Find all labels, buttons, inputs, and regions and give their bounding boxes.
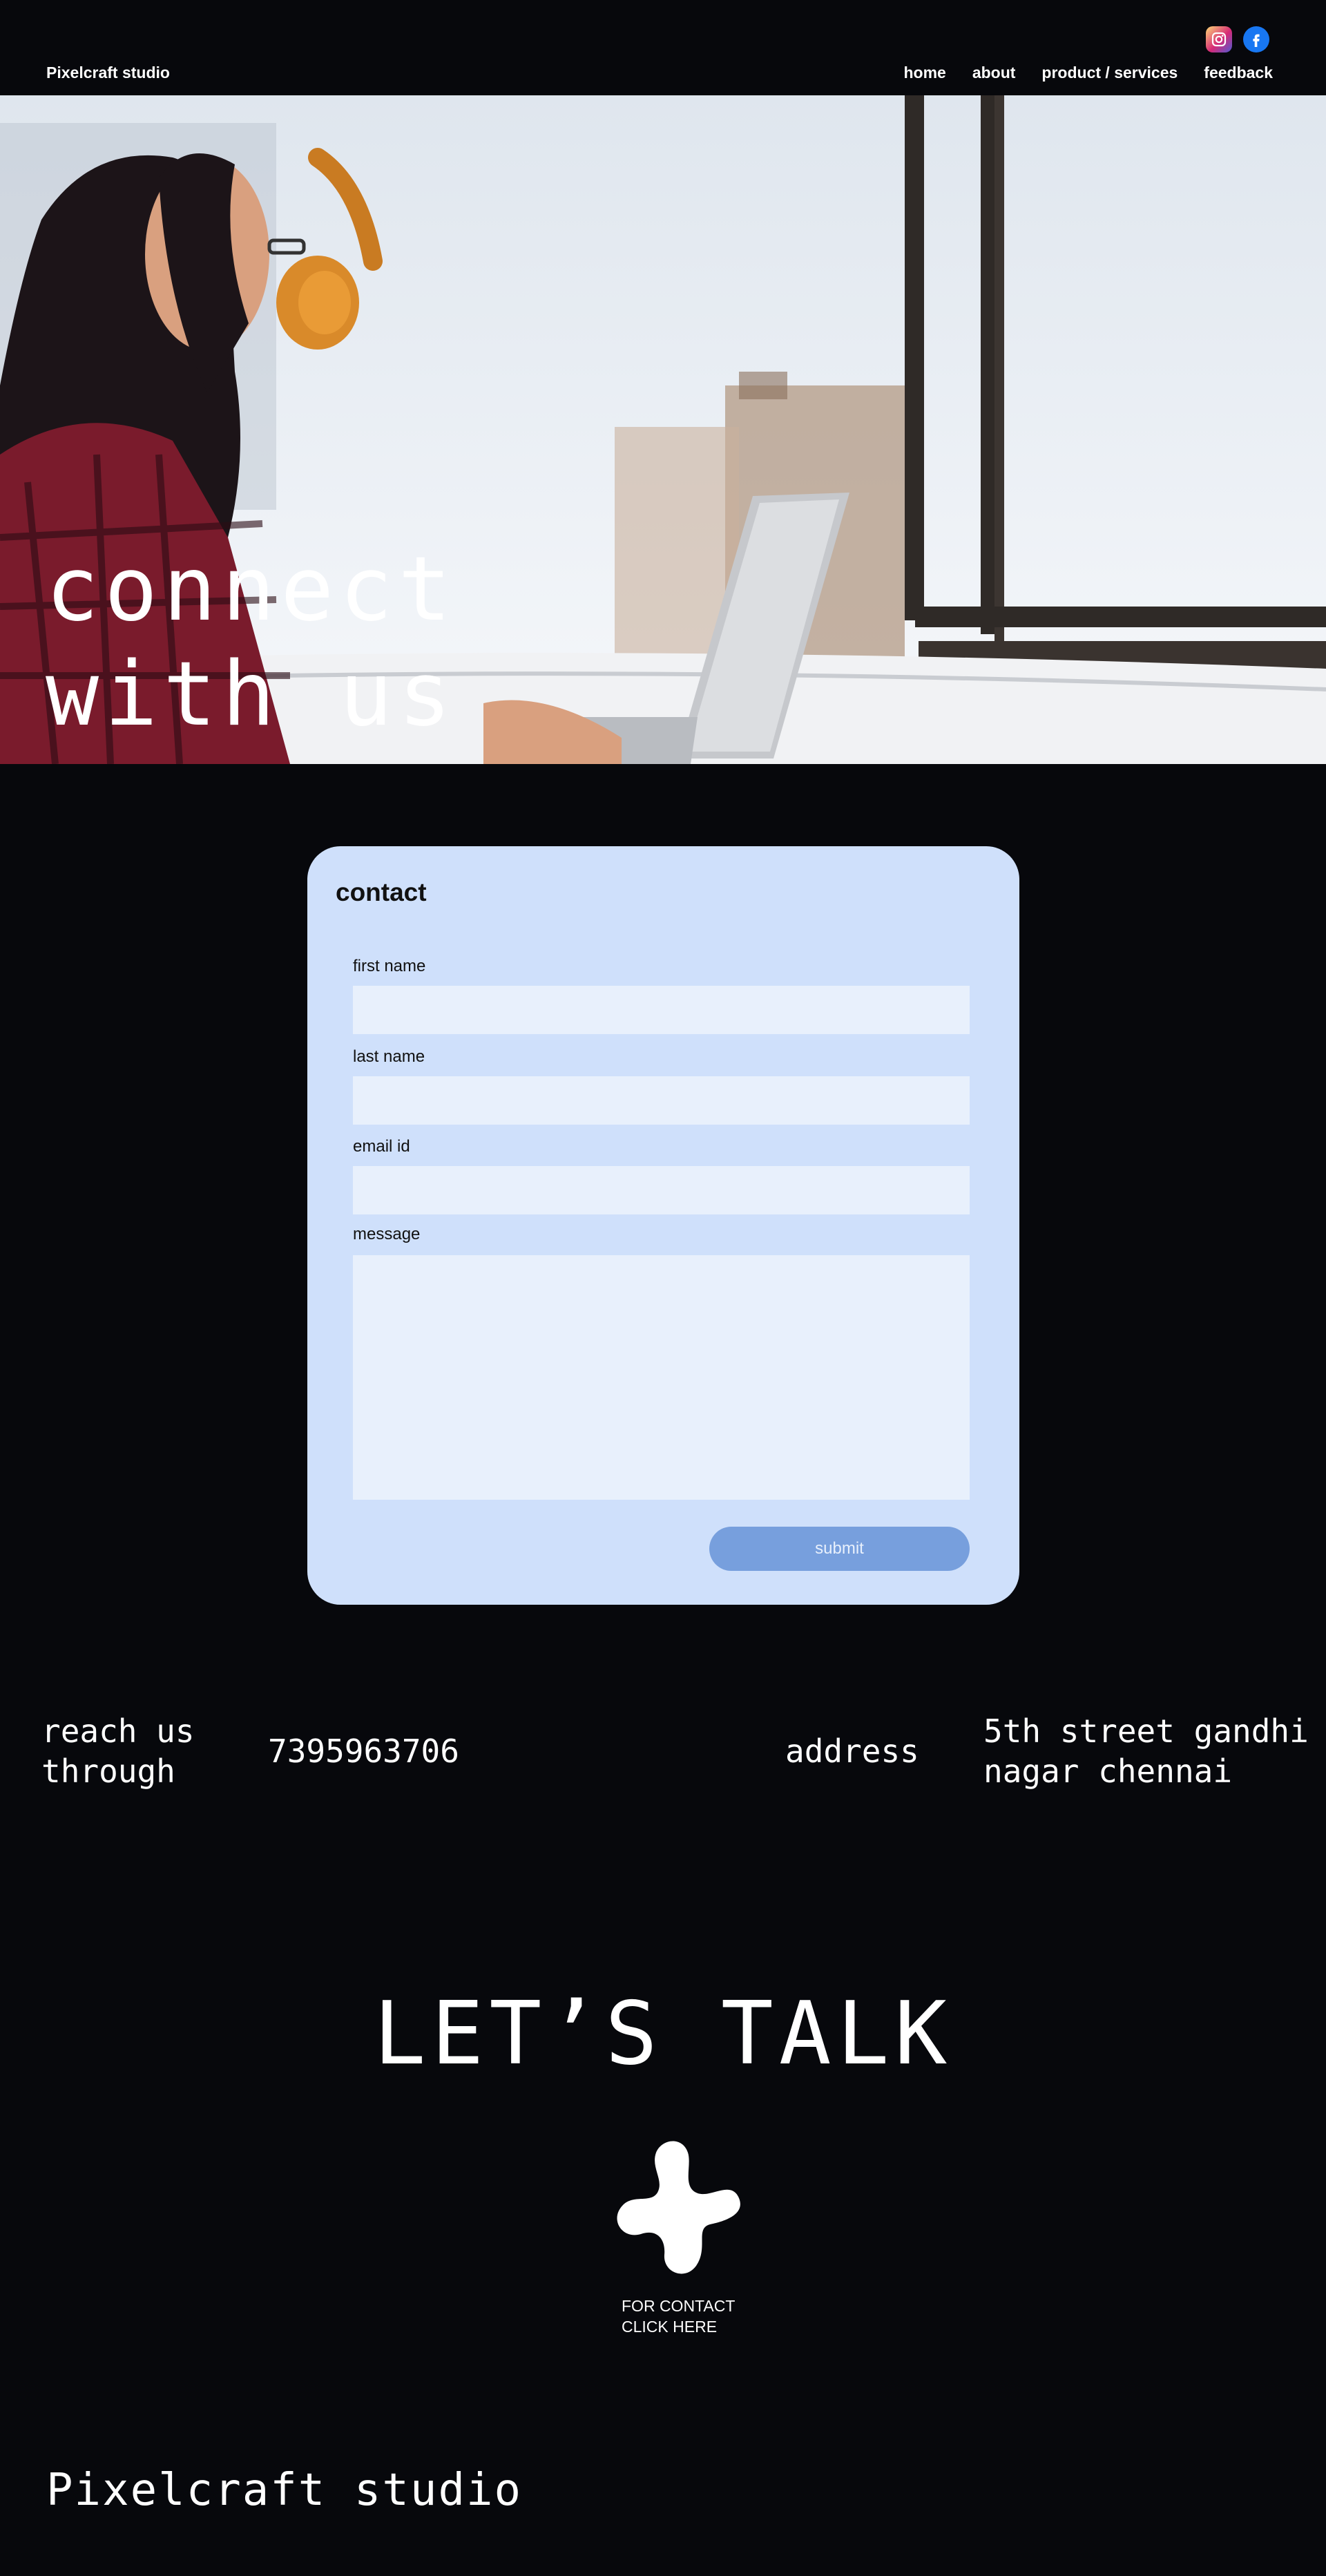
email-input[interactable]	[353, 1166, 970, 1214]
reach-label: reach us through	[41, 1712, 195, 1790]
nav-home[interactable]: home	[903, 64, 945, 82]
lets-talk-heading: LET’S TALK	[373, 1983, 953, 2084]
main-nav: home about product / services feedback	[903, 64, 1273, 82]
nav-feedback[interactable]: feedback	[1204, 64, 1273, 82]
email-label: email id	[353, 1137, 410, 1156]
facebook-icon[interactable]	[1243, 26, 1269, 53]
contact-cta-link[interactable]: FOR CONTACT CLICK HERE	[622, 2296, 735, 2337]
instagram-icon[interactable]	[1206, 26, 1232, 53]
site-header: Pixelcraft studio home about product / s…	[0, 0, 1326, 95]
nav-about[interactable]: about	[972, 64, 1016, 82]
first-name-input[interactable]	[353, 986, 970, 1034]
message-textarea[interactable]	[353, 1255, 970, 1500]
last-name-label: last name	[353, 1047, 425, 1066]
clover-shape-icon[interactable]	[613, 2137, 740, 2276]
phone-number[interactable]: 7395963706	[268, 1731, 459, 1771]
contact-form: contact first name last name email id me…	[307, 846, 1019, 1605]
hero-banner: connect with us	[0, 95, 1326, 764]
message-label: message	[353, 1225, 421, 1243]
first-name-label: first name	[353, 957, 426, 975]
social-links	[1206, 26, 1269, 53]
footer-brand: Pixelcraft studio	[46, 2465, 523, 2516]
nav-product-services[interactable]: product / services	[1041, 64, 1178, 82]
address-label: address	[785, 1733, 919, 1770]
submit-button[interactable]: submit	[709, 1527, 970, 1571]
last-name-input[interactable]	[353, 1076, 970, 1125]
address-value: 5th street gandhi nagar chennai	[983, 1712, 1309, 1790]
brand-logo[interactable]: Pixelcraft studio	[46, 64, 170, 82]
hero-title: connect with us	[46, 538, 457, 746]
contact-title: contact	[336, 878, 427, 906]
